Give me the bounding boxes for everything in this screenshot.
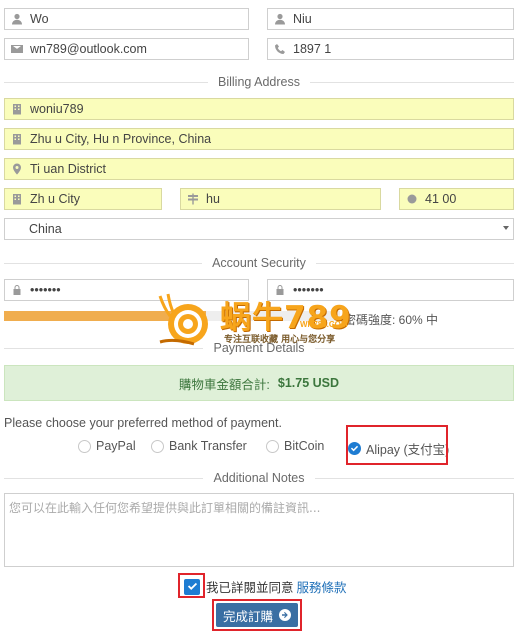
phone-value: 1897 1 bbox=[293, 42, 332, 56]
billing-address-heading: Billing Address bbox=[0, 75, 518, 89]
cart-total-box: 購物車金額合計: $1.75 USD bbox=[4, 365, 514, 401]
phone-field[interactable]: 1897 1 bbox=[267, 38, 514, 60]
first-name-value: Wo bbox=[30, 12, 49, 26]
terms-checkbox-highlight-box bbox=[178, 573, 205, 598]
notes-placeholder: 您可以在此輸入任何您希望提供與此訂單相關的備註資訊... bbox=[9, 501, 321, 515]
country-value: China bbox=[29, 222, 62, 236]
submit-highlight-box bbox=[212, 599, 302, 631]
country-select[interactable]: China bbox=[4, 218, 514, 240]
payment-option-bitcoin[interactable]: BitCoin bbox=[266, 439, 324, 453]
city-field[interactable]: Zh u City bbox=[4, 188, 162, 210]
address2-field[interactable]: Ti uan District bbox=[4, 158, 514, 180]
user-icon bbox=[273, 12, 287, 26]
caret-down-icon bbox=[503, 226, 509, 230]
address1-value: Zhu u City, Hu n Province, China bbox=[30, 132, 212, 146]
radio-button[interactable] bbox=[266, 439, 279, 453]
map-marker-icon bbox=[10, 162, 24, 176]
envelope-icon bbox=[10, 42, 24, 56]
payment-option-paypal[interactable]: PayPal bbox=[78, 439, 136, 453]
password-confirm-value: ••••••• bbox=[293, 283, 324, 297]
email-field[interactable]: wn789@outlook.com bbox=[4, 38, 249, 60]
postcode-field[interactable]: 41 00 bbox=[399, 188, 514, 210]
payment-method-prompt: Please choose your preferred method of p… bbox=[4, 416, 282, 430]
building-icon bbox=[10, 132, 24, 146]
password-value: ••••••• bbox=[30, 283, 61, 297]
watermark-site: WN789.COM bbox=[300, 320, 348, 329]
address1-field[interactable]: Zhu u City, Hu n Province, China bbox=[4, 128, 514, 150]
terms-of-service-link[interactable]: 服務條款 bbox=[297, 577, 347, 596]
payment-option-label: PayPal bbox=[96, 439, 136, 453]
building-icon bbox=[10, 192, 24, 206]
postcode-value: 41 00 bbox=[425, 192, 457, 206]
terms-agree-text: 我已詳閱並同意 bbox=[206, 581, 294, 595]
payment-option-label: Bank Transfer bbox=[169, 439, 247, 453]
password-strength-fill bbox=[4, 311, 206, 321]
alipay-highlight-box bbox=[346, 425, 448, 465]
terms-agreement-row[interactable]: 我已詳閱並同意 服務條款 bbox=[184, 577, 347, 596]
password-strength-bar bbox=[4, 311, 340, 321]
notes-textarea[interactable]: 您可以在此輸入任何您希望提供與此訂單相關的備註資訊... bbox=[4, 493, 514, 567]
company-value: woniu789 bbox=[30, 102, 84, 116]
company-field[interactable]: woniu789 bbox=[4, 98, 514, 120]
first-name-field[interactable]: Wo bbox=[4, 8, 249, 30]
radio-button[interactable] bbox=[78, 439, 91, 453]
user-icon bbox=[10, 12, 24, 26]
additional-notes-heading: Additional Notes bbox=[0, 471, 518, 485]
email-value: wn789@outlook.com bbox=[30, 42, 147, 56]
payment-option-bank-transfer[interactable]: Bank Transfer bbox=[151, 439, 247, 453]
account-security-heading: Account Security bbox=[0, 256, 518, 270]
city-value: Zh u City bbox=[30, 192, 81, 206]
password-confirm-field[interactable]: ••••••• bbox=[267, 279, 514, 301]
address2-value: Ti uan District bbox=[30, 162, 106, 176]
radio-button[interactable] bbox=[151, 439, 164, 453]
lock-icon bbox=[273, 283, 287, 297]
last-name-field[interactable]: Niu bbox=[267, 8, 514, 30]
cart-total-amount: $1.75 USD bbox=[277, 376, 340, 390]
state-value: hu bbox=[206, 192, 220, 206]
payment-details-heading: Payment Details bbox=[0, 341, 518, 355]
signpost-icon bbox=[186, 192, 200, 206]
lock-icon bbox=[10, 283, 24, 297]
postcode-dot-icon bbox=[405, 192, 419, 206]
building-icon bbox=[10, 102, 24, 116]
password-field[interactable]: ••••••• bbox=[4, 279, 249, 301]
cart-total-label: 購物車金額合計: bbox=[178, 377, 270, 392]
last-name-value: Niu bbox=[293, 12, 312, 26]
phone-icon bbox=[273, 42, 287, 56]
password-strength-label: 密碼強度: 60% 中 bbox=[344, 313, 439, 327]
state-field[interactable]: hu bbox=[180, 188, 381, 210]
payment-option-label: BitCoin bbox=[284, 439, 325, 453]
